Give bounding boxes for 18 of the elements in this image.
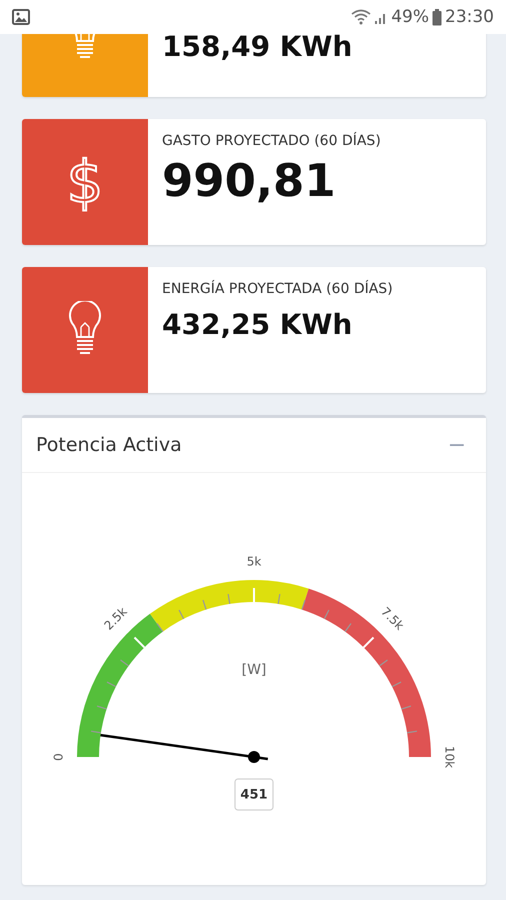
stat-value: 990,81 <box>162 155 337 207</box>
battery-percentage: 49% <box>391 7 429 27</box>
collapse-button[interactable]: − <box>444 432 470 458</box>
clock-time: 23:30 <box>445 7 494 27</box>
gallery-notification-icon <box>12 9 30 25</box>
dollar-icon: $ <box>66 153 104 211</box>
tick-label: 10k <box>442 746 457 768</box>
tick-label: 5k <box>246 554 262 568</box>
stat-value: 158,49 KWh <box>162 34 352 63</box>
battery-icon <box>432 8 442 26</box>
value-readout: 451 <box>234 778 274 810</box>
panel-title: Potencia Activa <box>36 434 182 456</box>
stat-label: ENERGÍA PROYECTADA (60 DÍAS) <box>162 281 393 297</box>
stat-label: GASTO PROYECTADO (60 DÍAS) <box>162 133 381 149</box>
tick-label: 0 <box>51 753 66 761</box>
unit-label: [W] <box>242 662 266 678</box>
stat-value: 432,25 KWh <box>162 309 354 342</box>
wifi-icon <box>351 9 372 25</box>
